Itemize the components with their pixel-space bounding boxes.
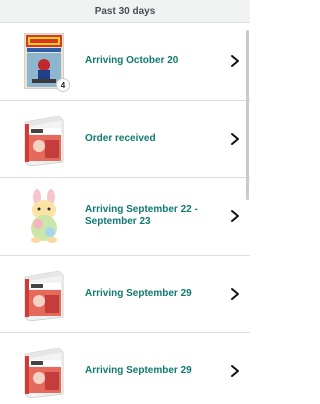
section-title: Past 30 days	[94, 5, 156, 17]
chevron-right-icon	[231, 210, 239, 223]
order-row-5[interactable]: Arriving September 29	[0, 333, 250, 404]
chevron-right-icon	[231, 287, 239, 300]
chevron-right-icon	[231, 365, 239, 378]
order-row-3[interactable]: Arriving September 22 - September 23	[0, 178, 250, 256]
order-row-2[interactable]: Order received	[0, 101, 250, 178]
order-status: Arriving September 22 - September 23	[85, 204, 198, 228]
order-status: Order received	[85, 132, 156, 144]
plush-toy-icon	[16, 186, 72, 246]
order-status: Arriving September 29	[85, 287, 192, 299]
card-box-icon	[16, 264, 72, 324]
card-box-icon	[16, 109, 72, 169]
order-status: Arriving September 29	[85, 365, 192, 377]
chevron-right-icon	[231, 132, 239, 145]
chevron-right-icon	[231, 55, 239, 68]
section-header: Past 30 days	[0, 0, 250, 23]
quantity-badge: 4	[56, 78, 70, 92]
order-status: Arriving October 20	[85, 55, 179, 67]
order-row-4[interactable]: Arriving September 29	[0, 256, 250, 333]
card-box-icon	[16, 341, 72, 401]
order-row-1[interactable]: 4 Arriving October 20	[0, 23, 250, 101]
order-list: 4 Arriving October 20 Order received Arr…	[0, 23, 250, 404]
scrollbar[interactable]	[246, 30, 249, 200]
